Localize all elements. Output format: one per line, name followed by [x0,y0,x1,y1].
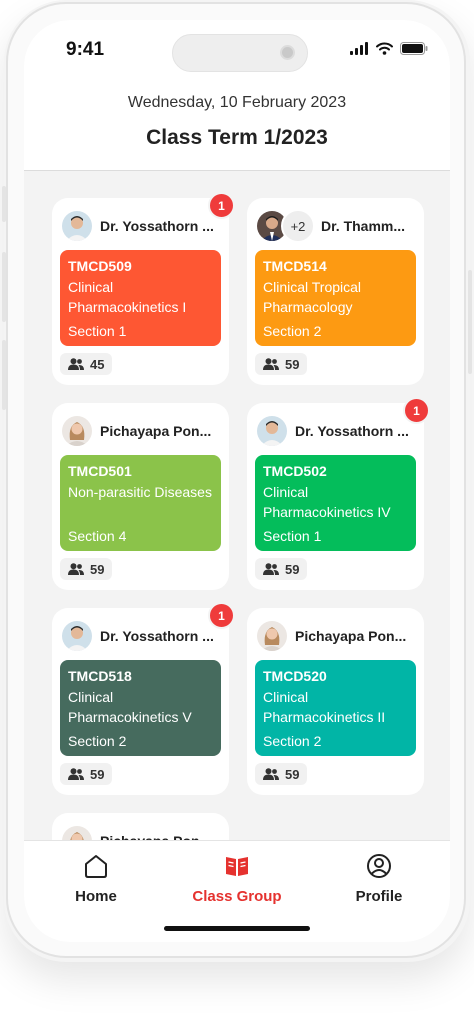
class-card-tmcd501[interactable]: Pichayapa Pon... TMCD501 Non-parasitic D… [52,403,229,590]
people-icon [68,768,84,780]
course-info: TMCD501 Non-parasitic Diseases Section 4 [60,455,221,551]
student-count-value: 59 [90,561,105,577]
tab-home[interactable]: Home [36,853,156,905]
people-icon [263,358,279,370]
people-icon [68,563,84,575]
student-count: 59 [60,763,113,785]
battery-icon [400,42,428,55]
tab-label: Profile [355,888,403,905]
class-card-tmcd514[interactable]: +2 Dr. Thamm... TMCD514 Clinical Tropica… [247,198,424,385]
student-count: 59 [255,353,308,375]
student-count: 45 [60,353,113,375]
class-card-tmcd509[interactable]: Dr. Yossathorn ... 1 TMCD509 Clinical Ph… [52,192,235,385]
course-name: Clinical Tropical Pharmacology [263,279,362,315]
course-code: TMCD518 [68,668,132,684]
course-code: TMCD501 [68,463,132,479]
course-section: Section 2 [263,733,322,749]
home-icon [85,855,107,878]
page-header: Wednesday, 10 February 2023 Class Term 1… [24,82,450,171]
course-name: Clinical Pharmacokinetics IV [263,484,391,520]
course-section: Section 1 [263,528,322,544]
student-count-value: 59 [90,766,105,782]
page-title: Class Term 1/2023 [146,126,328,149]
people-icon [263,768,279,780]
student-count-value: 59 [285,356,300,372]
teacher-name: Dr. Thamm... [321,218,406,234]
notification-badge: 1 [208,602,235,629]
class-group-grid: Dr. Yossathorn ... 1 TMCD509 Clinical Ph… [24,171,450,841]
volume-down-button [2,340,6,410]
course-name: Non-parasitic Diseases [68,484,212,500]
student-count: 59 [60,558,113,580]
student-count-value: 59 [285,561,300,577]
profile-icon [367,854,391,878]
course-info: TMCD502 Clinical Pharmacokinetics IV Sec… [255,455,416,551]
course-code: TMCD514 [263,258,327,274]
book-icon [226,857,248,876]
female-teacher-avatar [255,619,289,653]
volume-up-button [2,252,6,322]
side-button [2,186,6,222]
teacher-name: Dr. Yossathorn ... [295,423,409,439]
student-count: 59 [255,558,308,580]
male-teacher-avatar [255,414,289,448]
course-section: Section 4 [68,528,127,544]
class-card-tmcd518[interactable]: Dr. Yossathorn ... 1 TMCD518 Clinical Ph… [52,602,235,795]
class-card-tmcd520[interactable]: Pichayapa Pon... TMCD520 Clinical Pharma… [247,608,424,795]
male-teacher-avatar [60,209,94,243]
app-screen: 9:41 Wednesday, 10 February 2023 Class T… [24,20,450,942]
course-name: Clinical Pharmacokinetics II [263,689,386,725]
class-card-partial[interactable]: Pichayapa Pon... [52,813,229,841]
course-code: TMCD520 [263,668,327,684]
people-icon [263,563,279,575]
course-code: TMCD502 [263,463,327,479]
student-count-value: 59 [285,766,300,782]
camera-icon [280,45,295,60]
home-indicator[interactable] [164,926,310,931]
status-icons [350,42,428,55]
notification-badge: 1 [208,192,235,219]
course-info: TMCD518 Clinical Pharmacokinetics V Sect… [60,660,221,756]
notification-badge: 1 [403,397,430,424]
status-bar: 9:41 [24,20,450,82]
course-info: TMCD520 Clinical Pharmacokinetics II Sec… [255,660,416,756]
course-section: Section 2 [263,323,322,339]
student-count-value: 45 [90,356,105,372]
female-teacher-avatar [60,824,94,841]
course-info: TMCD509 Clinical Pharmacokinetics I Sect… [60,250,221,346]
course-code: TMCD509 [68,258,132,274]
dynamic-island [172,34,308,72]
female-teacher-avatar [60,414,94,448]
current-date: Wednesday, 10 February 2023 [127,94,347,111]
power-button [468,270,472,374]
course-section: Section 2 [68,733,127,749]
male-teacher-avatar [60,619,94,653]
wifi-icon [376,42,393,55]
course-section: Section 1 [68,323,127,339]
status-time: 9:41 [66,39,105,60]
people-icon [68,358,84,370]
teacher-name: Dr. Yossathorn ... [100,628,214,644]
course-name: Clinical Pharmacokinetics V [68,689,192,725]
teacher-name: Pichayapa Pon... [295,628,407,644]
course-info: TMCD514 Clinical Tropical Pharmacology S… [255,250,416,346]
student-count: 59 [255,763,308,785]
more-teachers: +2 [281,209,315,243]
signal-icon [350,42,368,55]
class-card-tmcd502[interactable]: Dr. Yossathorn ... 1 TMCD502 Clinical Ph… [247,397,430,590]
course-name: Clinical Pharmacokinetics I [68,279,187,315]
tab-class-group[interactable]: Class Group [177,853,297,905]
tab-label: Home [75,888,117,905]
teacher-name: Dr. Yossathorn ... [100,218,214,234]
tab-label: Class Group [192,888,282,905]
teacher-name: Pichayapa Pon... [100,423,212,439]
tab-profile[interactable]: Profile [319,853,439,905]
